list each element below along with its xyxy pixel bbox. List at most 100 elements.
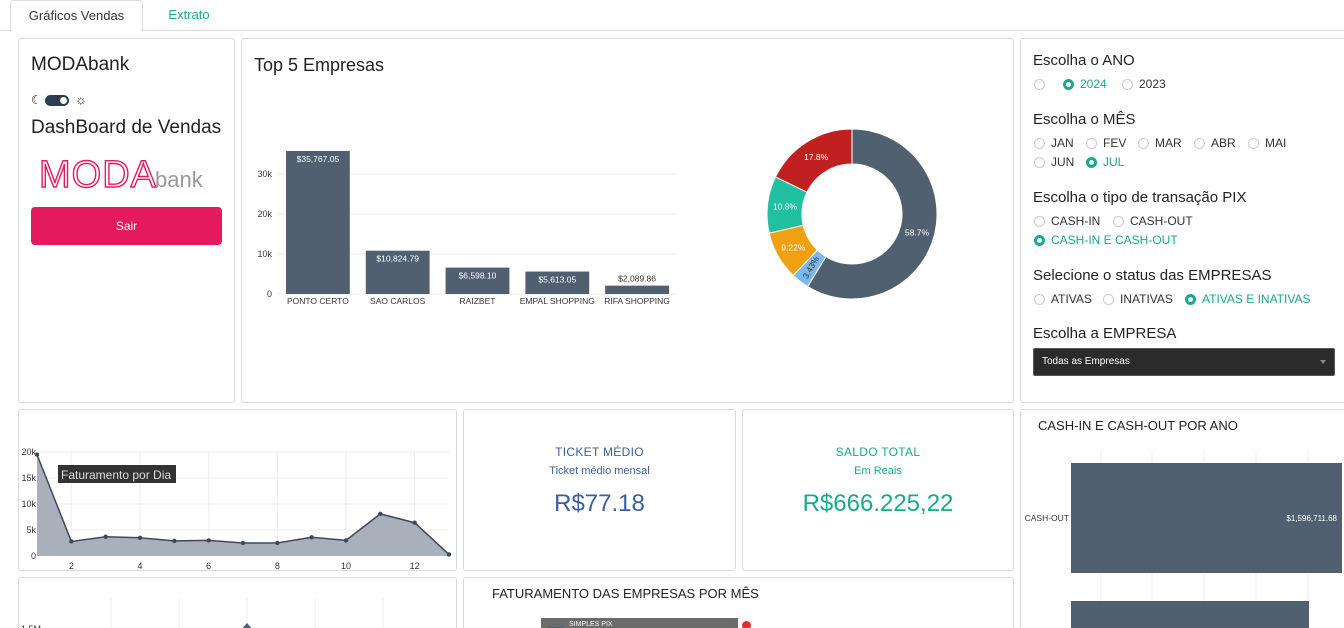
kpi-ticket-value: R$77.18 xyxy=(554,490,645,517)
top5-card: Top 5 Empresas 0 10k 20k 30k $35,767.05 PONTO… xyxy=(241,38,1014,403)
data-point xyxy=(137,535,143,540)
pix-option-cash-out[interactable]: CASH-OUT xyxy=(1113,213,1193,229)
kpi-saldo-card: SALDO TOTAL Em Reais R$666.225,22 xyxy=(742,409,1014,571)
pix-option-cash-in[interactable]: CASH-IN xyxy=(1034,213,1100,229)
y-tick-label: 30k xyxy=(257,169,272,179)
bar-data-label: $2,089.86 xyxy=(618,274,656,284)
x-tick-label: 10 xyxy=(341,561,351,571)
year-filter-label: Escolha o ANO xyxy=(1033,52,1135,69)
kpi-ticket-card: TICKET MÉDIO Ticket médio mensal R$77.18 xyxy=(463,409,736,571)
theme-switch[interactable] xyxy=(45,95,69,106)
month-option-abr[interactable]: ABR xyxy=(1194,135,1236,151)
kpi-ticket-subtitle: Ticket médio mensal xyxy=(549,465,650,477)
series-marker xyxy=(742,621,751,628)
chevron-down-icon xyxy=(1320,360,1326,364)
x-tick-label: 4 xyxy=(137,561,142,571)
kpi-ticket-title: TICKET MÉDIO xyxy=(555,445,644,459)
bar xyxy=(605,285,670,294)
y-tick-label: 20k xyxy=(257,209,272,219)
month-option-jan[interactable]: JAN xyxy=(1034,135,1074,151)
legend-simples-pix: SIMPLES PIX xyxy=(569,621,613,628)
data-point xyxy=(275,540,280,546)
dashboard-title: DashBoard de Vendas xyxy=(31,117,222,138)
bar-data-label: $1,596,711.68 xyxy=(1286,514,1337,523)
y-tick-label: 0 xyxy=(31,551,36,561)
app-title: MODAbank xyxy=(31,54,130,75)
tab-bar: Gráficos Vendas Extrato xyxy=(0,0,1344,32)
bar-data-label: $6,598.10 xyxy=(459,271,497,281)
top5-title: Top 5 Empresas xyxy=(254,55,385,75)
x-tick-label: 6 xyxy=(206,561,211,571)
kpi-saldo-value: R$666.225,22 xyxy=(802,490,954,517)
x-tick-label: 12 xyxy=(410,561,420,571)
data-point xyxy=(103,534,108,539)
status-option-ativas-inativas[interactable]: ATIVAS E INATIVAS xyxy=(1185,291,1310,307)
month-option-fev[interactable]: FEV xyxy=(1086,135,1126,151)
moon-icon: ☾ xyxy=(31,93,42,107)
x-tick-label: RAIZBET xyxy=(460,296,496,306)
month-filter-label: Escolha o MÊS xyxy=(1033,111,1136,128)
tab-graficos-vendas[interactable]: Gráficos Vendas xyxy=(10,0,143,32)
x-tick-label: 8 xyxy=(275,561,280,571)
y-tick-label: 1.5M xyxy=(21,624,41,628)
x-tick-label: 2 xyxy=(69,561,74,571)
x-tick-label: RIFA SHOPPING xyxy=(604,296,670,306)
slice-label: 58.7% xyxy=(905,227,930,237)
cash-year-chart: $1,596,711.68 CASH-OUT xyxy=(1025,450,1342,628)
data-point xyxy=(172,538,177,544)
monthly-legend: SIMPLES PIX xyxy=(541,618,738,628)
slice-label: 17.8% xyxy=(804,152,829,162)
bottom-line-chart: 1.5M xyxy=(21,598,384,628)
filters-card: Escolha o ANO 2024 2023 Escolha o MÊS JA… xyxy=(1020,38,1344,403)
company-select-value: Todas as Empresas xyxy=(1042,356,1130,367)
chart-title: Faturamento por Dia xyxy=(61,468,171,482)
month-option-jul[interactable]: JUL xyxy=(1086,154,1124,170)
y-tick-label: 5k xyxy=(26,525,36,535)
year-option-blank[interactable] xyxy=(1034,76,1051,92)
y-tick-label: 0 xyxy=(267,289,272,299)
status-option-ativas[interactable]: ATIVAS xyxy=(1034,291,1092,307)
x-tick-label: PONTO CERTO xyxy=(287,296,349,306)
x-tick-label: SAO CARLOS xyxy=(370,296,426,306)
status-option-inativas[interactable]: INATIVAS xyxy=(1103,291,1173,307)
monthly-revenue-title: FATURAMENTO DAS EMPRESAS POR MÊS xyxy=(492,586,759,601)
tab-extrato[interactable]: Extrato xyxy=(150,0,228,31)
month-option-mai[interactable]: MAI xyxy=(1248,135,1286,151)
month-option-mar[interactable]: MAR xyxy=(1138,135,1182,151)
logout-button[interactable]: Sair xyxy=(31,207,222,245)
bar-data-label: $10,824.79 xyxy=(376,254,419,264)
top5-bar-chart: 0 10k 20k 30k $35,767.05 PONTO CERTO $10,824.7… xyxy=(257,150,677,306)
y-tick-label: CASH-OUT xyxy=(1025,513,1069,523)
data-point xyxy=(69,539,74,544)
daily-revenue-card: 0 5k 10k 15k 20k 2 4 6 8 10 12 Faturamento por Dia xyxy=(18,409,457,571)
slice-label: 9.22% xyxy=(781,242,806,252)
pix-filter-label: Escolha o tipo de transação PIX xyxy=(1033,189,1247,206)
line-marker xyxy=(242,623,252,628)
cash-year-card: CASH-IN E CASH-OUT POR ANO $1,596,711.68… xyxy=(1020,409,1344,628)
pix-option-both[interactable]: CASH-IN E CASH-OUT xyxy=(1034,232,1178,248)
data-point xyxy=(240,540,246,546)
data-point xyxy=(412,520,417,525)
status-filter-label: Selecione o status das EMPRESAS xyxy=(1033,267,1272,284)
logo-main-text: MODA xyxy=(39,154,157,196)
sun-icon: ☼ xyxy=(75,92,87,107)
data-point xyxy=(34,452,40,457)
theme-toggle[interactable]: ☾ ☼ xyxy=(31,92,91,108)
bar xyxy=(285,150,350,294)
year-option-2024[interactable]: 2024 xyxy=(1063,76,1107,92)
slice-label: 10.8% xyxy=(773,201,798,211)
x-tick-label: EMPAL SHOPPING xyxy=(520,296,595,306)
month-option-jun[interactable]: JUN xyxy=(1034,154,1074,170)
company-filter-label: Escolha a EMPRESA xyxy=(1033,325,1177,342)
data-point xyxy=(309,535,314,540)
data-point xyxy=(446,552,452,557)
kpi-saldo-subtitle: Em Reais xyxy=(854,465,902,477)
monthly-revenue-card: FATURAMENTO DAS EMPRESAS POR MÊS SIMPLES… xyxy=(463,577,1014,628)
kpi-saldo-title: SALDO TOTAL xyxy=(835,445,921,459)
bar-data-label: $35,767.05 xyxy=(297,154,340,164)
bar-data-label: $5,613.05 xyxy=(538,275,576,285)
y-tick-label: 10k xyxy=(21,499,36,509)
year-option-2023[interactable]: 2023 xyxy=(1122,76,1166,92)
brand-card: MODAbank ☾ ☼ DashBoard de Vendas MODA ba… xyxy=(18,38,235,403)
company-select[interactable]: Todas as Empresas xyxy=(1033,348,1335,376)
